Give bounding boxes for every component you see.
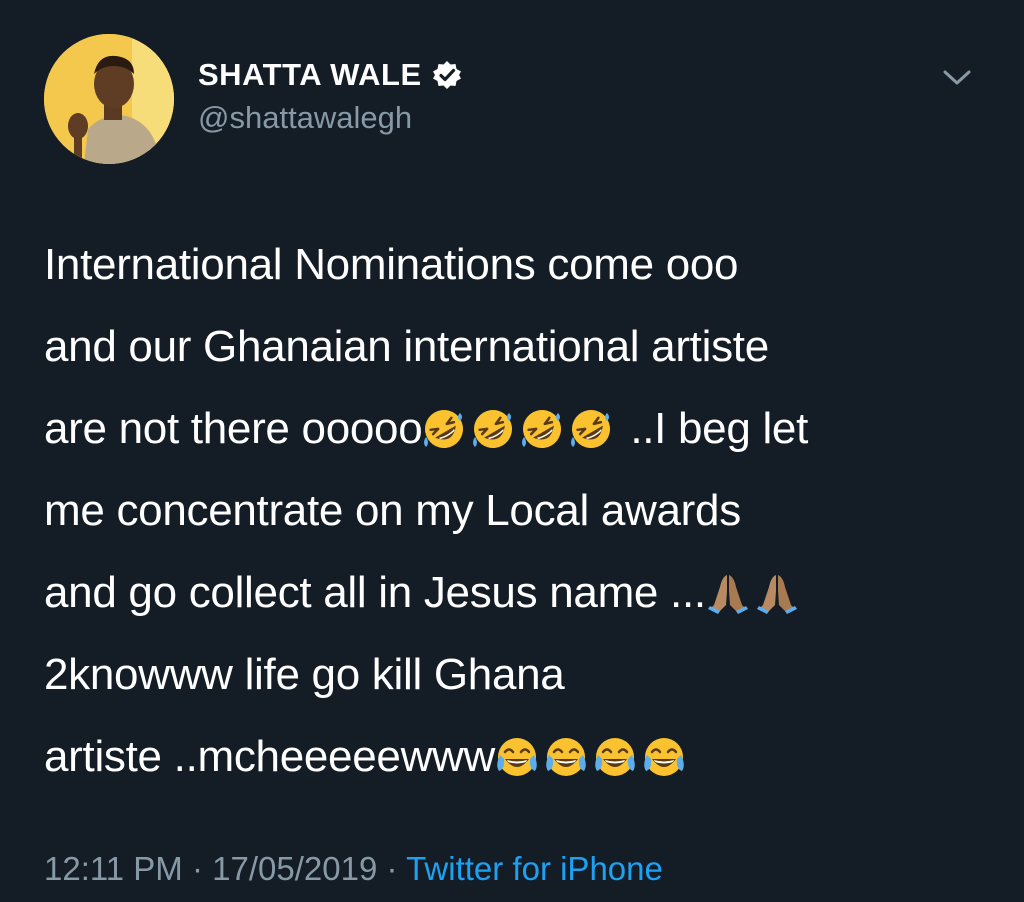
tweet-date[interactable]: 17/05/2019 <box>212 850 377 887</box>
emoji-group <box>495 732 691 781</box>
tweet-source-link[interactable]: Twitter for iPhone <box>406 850 663 887</box>
tweet-line: are not there ooooo ..I beg let <box>44 388 994 470</box>
tweet-line-text: and go collect all in Jesus name ... <box>44 568 706 617</box>
user-handle[interactable]: @shattawalegh <box>198 100 462 136</box>
rofl-emoji-icon <box>520 407 564 451</box>
meta-separator: · <box>191 850 203 887</box>
folded-hands-emoji-icon <box>755 571 799 615</box>
chevron-down-icon[interactable] <box>942 68 972 88</box>
tears-of-joy-emoji-icon <box>642 735 686 779</box>
tweet-meta: 12:11 PM · 17/05/2019 · Twitter for iPho… <box>44 850 663 888</box>
tears-of-joy-emoji-icon <box>593 735 637 779</box>
rofl-emoji-icon <box>569 407 613 451</box>
meta-separator: · <box>386 850 398 887</box>
verified-badge-icon <box>432 60 462 90</box>
tweet-line: and go collect all in Jesus name ... <box>44 552 994 634</box>
folded-hands-emoji-icon <box>706 571 750 615</box>
rofl-emoji-icon <box>471 407 515 451</box>
rofl-emoji-icon <box>422 407 466 451</box>
avatar[interactable] <box>44 34 174 164</box>
tweet-line: artiste ..mcheeeeewww <box>44 716 994 798</box>
tweet-line: me concentrate on my Local awards <box>44 486 741 535</box>
tears-of-joy-emoji-icon <box>544 735 588 779</box>
tweet-line: 2knowww life go kill Ghana <box>44 650 565 699</box>
user-names: SHATTA WALE @shattawalegh <box>198 54 462 136</box>
tweet-line: and our Ghanaian international artiste <box>44 322 769 371</box>
tweet-line-text: are not there ooooo <box>44 404 423 453</box>
emoji-group <box>422 404 618 453</box>
tweet-text: International Nominations come ooo and o… <box>44 224 994 798</box>
display-name[interactable]: SHATTA WALE <box>198 57 422 93</box>
emoji-group <box>706 568 804 617</box>
tweet-card: SHATTA WALE @shattawalegh International … <box>0 0 1024 902</box>
tweet-line-text: ..I beg let <box>618 404 809 453</box>
tears-of-joy-emoji-icon <box>495 735 539 779</box>
tweet-time[interactable]: 12:11 PM <box>44 850 183 887</box>
display-name-row: SHATTA WALE <box>198 54 462 96</box>
tweet-line: International Nominations come ooo <box>44 240 739 289</box>
tweet-header: SHATTA WALE @shattawalegh <box>44 34 984 164</box>
tweet-line-text: artiste ..mcheeeeewww <box>44 732 495 781</box>
